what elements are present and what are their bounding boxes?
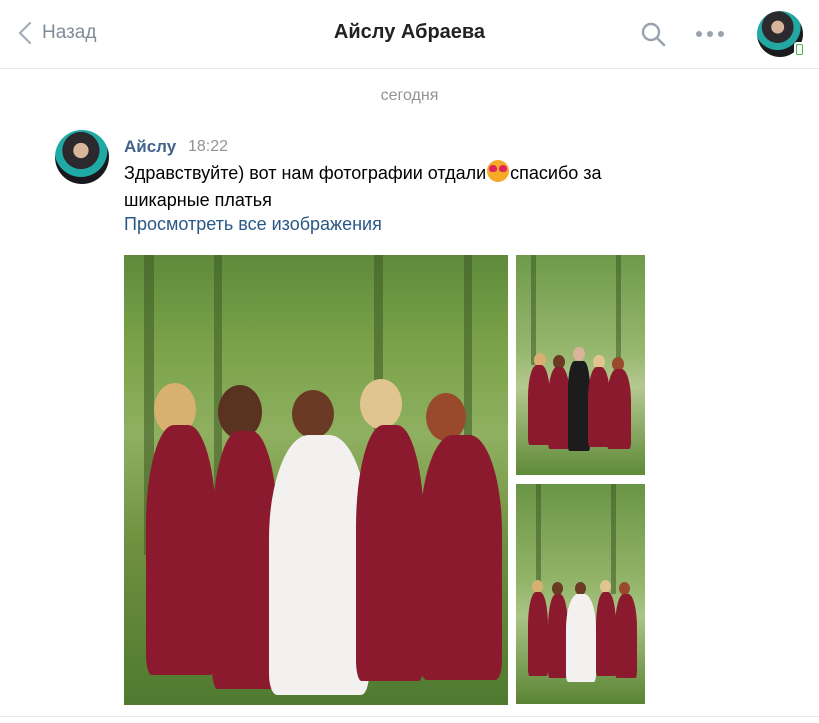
mobile-online-icon [794,42,805,57]
bride-gown [269,435,369,695]
photo-bridesmaids-back[interactable] [124,255,508,705]
message-text-part1: Здравствуйте) вот нам фотографии отдали [124,163,487,183]
tree-trunk [531,255,536,365]
bridesmaid-dress [356,425,424,681]
person-head [360,379,402,429]
search-button[interactable] [639,20,667,48]
groom-suit [568,361,590,451]
bridesmaid-dress [548,367,570,449]
view-all-images-link[interactable]: Просмотреть все изображения [124,214,382,235]
bridesmaid-dress [548,594,568,678]
date-separator: сегодня [380,87,439,104]
more-dots-icon [696,31,724,37]
header-avatar[interactable] [757,11,805,57]
bridesmaid-dress [528,365,550,445]
search-icon [641,22,666,47]
bridesmaid-dress [607,369,631,449]
photo-group-with-bride[interactable] [516,484,645,704]
bridesmaid-dress [596,592,616,676]
tree-trunk [611,484,616,594]
bridesmaid-dress [420,435,502,680]
top-bar: Назад Айслу Абраева [0,0,819,69]
divider [0,716,819,717]
more-button[interactable] [694,24,726,44]
message-time[interactable]: 18:22 [188,138,228,156]
bridesmaid-dress [528,592,548,676]
photo-group-with-groom[interactable] [516,255,645,475]
heart-eyes-emoji-icon [487,160,510,182]
person-head [426,393,466,441]
tree-trunk [616,255,621,365]
message-avatar[interactable] [55,130,109,184]
bridesmaid-dress [146,425,216,675]
tree-trunk [536,484,541,594]
person-head [573,347,585,361]
person-head [292,390,334,438]
message-author[interactable]: Айслу [124,137,176,157]
message-text: Здравствуйте) вот нам фотографии отдали с… [124,160,684,214]
bridesmaid-dress [615,594,637,678]
bride-gown [566,594,596,682]
